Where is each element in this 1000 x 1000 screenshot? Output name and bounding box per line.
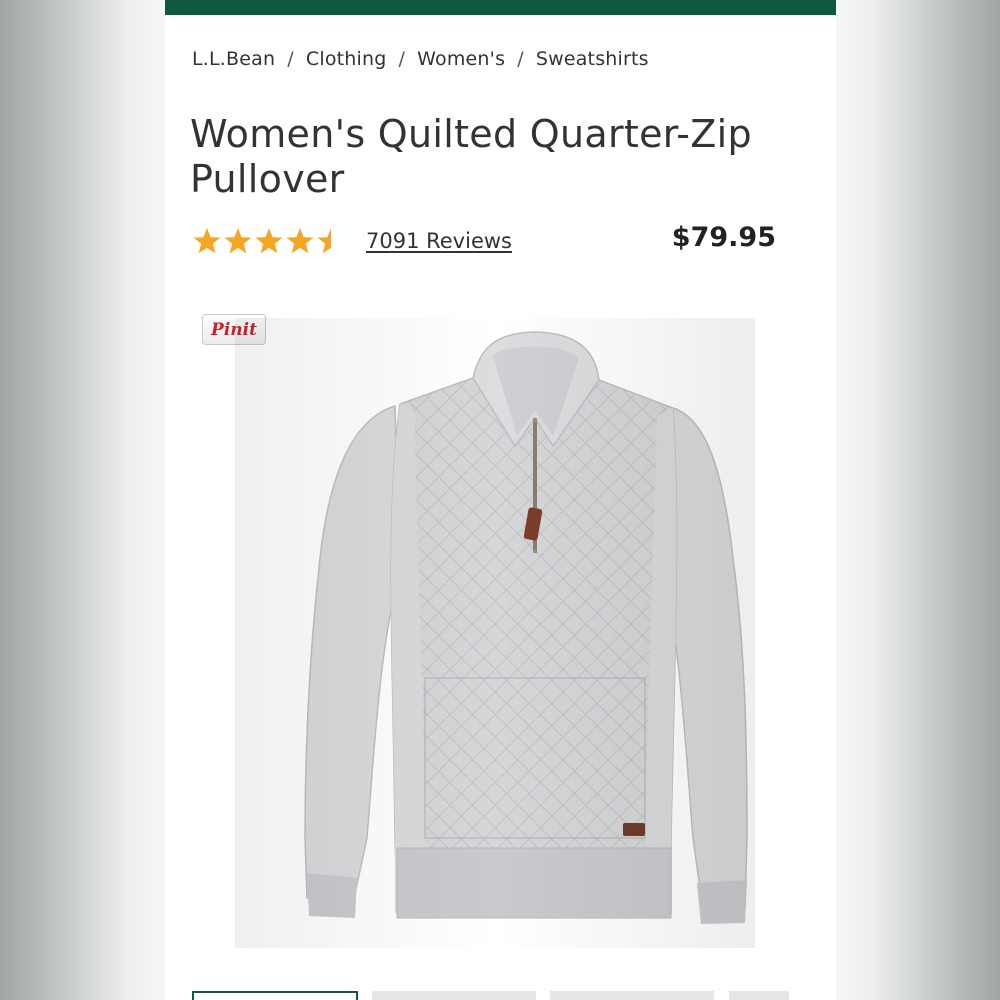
breadcrumb-item-clothing[interactable]: Clothing: [306, 48, 387, 70]
thumbnail-1[interactable]: [192, 991, 358, 1000]
star-icon: [193, 228, 221, 254]
breadcrumb: L.L.Bean / Clothing / Women's / Sweatshi…: [192, 46, 649, 72]
breadcrumb-item-llbean[interactable]: L.L.Bean: [192, 48, 275, 70]
breadcrumb-separator: /: [517, 48, 524, 70]
product-price: $79.95: [671, 222, 776, 253]
thumbnail-3[interactable]: [550, 991, 714, 1000]
star-rating: [192, 226, 346, 256]
breadcrumb-separator: /: [287, 48, 294, 70]
product-title: Women's Quilted Quarter-Zip Pullover: [190, 112, 752, 201]
star-icon: [286, 228, 314, 254]
star-icon: [224, 228, 252, 254]
reviews-link[interactable]: 7091 Reviews: [366, 229, 512, 253]
brand-top-bar: [165, 0, 836, 15]
half-star-icon: [317, 228, 345, 254]
thumbnail-2[interactable]: [372, 991, 536, 1000]
breadcrumb-item-womens[interactable]: Women's: [417, 48, 505, 70]
star-icon: [255, 228, 283, 254]
product-page: L.L.Bean / Clothing / Women's / Sweatshi…: [165, 0, 836, 1000]
thumbnail-strip: [192, 991, 836, 1000]
product-image[interactable]: [235, 318, 755, 948]
thumbnail-4[interactable]: [729, 991, 789, 1000]
product-rating[interactable]: 7091 Reviews: [192, 226, 512, 256]
breadcrumb-separator: /: [398, 48, 406, 70]
breadcrumb-item-sweatshirts[interactable]: Sweatshirts: [536, 48, 649, 70]
